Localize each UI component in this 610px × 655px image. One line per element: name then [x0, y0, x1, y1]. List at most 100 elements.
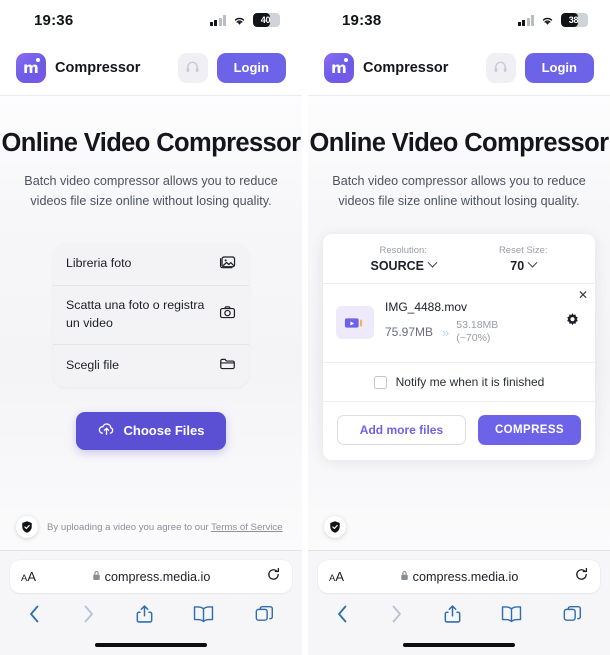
card-settings-row: Resolution: SOURCE Reset Size: 70: [323, 234, 595, 284]
share-icon[interactable]: [444, 604, 461, 624]
address-bar[interactable]: AA compress.media.io: [318, 560, 600, 593]
file-row: ✕ IMG_4488.mov 75.97MB » 53.18MB (~70%): [323, 284, 595, 364]
status-bar: 19:38 38: [308, 0, 610, 40]
battery-percent: 40: [260, 15, 271, 25]
back-icon[interactable]: [28, 604, 41, 624]
url-text: compress.media.io: [104, 569, 211, 584]
reset-size-value-wrap: 70: [499, 258, 548, 273]
safari-toolbar: [10, 593, 292, 635]
chevron-down-icon: [527, 258, 538, 268]
resolution-label: Resolution:: [379, 244, 427, 256]
reload-icon[interactable]: [266, 567, 281, 587]
forward-icon: [390, 604, 403, 624]
sheet-item-label: Scegli file: [66, 357, 120, 372]
safari-toolbar: [318, 593, 600, 635]
status-icons: 38: [517, 13, 588, 27]
text-size-button[interactable]: AA: [21, 569, 36, 584]
lock-icon: [400, 568, 409, 586]
gear-icon[interactable]: [564, 312, 581, 334]
logo-dot: [36, 57, 40, 62]
sheet-item-label: Libreria foto: [66, 255, 132, 270]
app-header: m Compressor Login: [0, 40, 302, 96]
url-center: compress.media.io: [36, 568, 266, 586]
header-actions: Login: [485, 52, 594, 83]
notify-row: Notify me when it is finished: [323, 363, 595, 403]
hero-section: Online Video Compressor Batch video comp…: [0, 96, 302, 550]
cellular-signal-icon: [517, 14, 534, 26]
sheet-item-choose-file[interactable]: Scegli file: [53, 345, 249, 387]
terms-prefix: By uploading a video you agree to our: [47, 521, 212, 533]
page-subtitle: Batch video compressor allows you to red…: [332, 174, 586, 209]
battery-percent: 38: [568, 15, 579, 25]
size-after-percent: (~70%): [456, 332, 491, 345]
tabs-icon[interactable]: [255, 605, 274, 624]
compress-button[interactable]: COMPRESS: [477, 415, 581, 446]
tabs-icon[interactable]: [563, 605, 582, 624]
app-header: m Compressor Login: [308, 40, 610, 96]
dual-screenshot-stage: 19:36 40 m Compressor Login Online Video…: [0, 0, 610, 655]
add-more-files-button[interactable]: Add more files: [337, 415, 466, 446]
lock-icon: [92, 568, 101, 586]
sheet-item-take-photo-or-video[interactable]: Scatta una foto o registra un video: [53, 286, 249, 345]
file-size-line: 75.97MB » 53.18MB (~70%): [385, 319, 549, 346]
size-after-value: 53.18MB: [456, 318, 499, 331]
address-bar[interactable]: AA compress.media.io: [10, 560, 292, 593]
close-icon[interactable]: ✕: [578, 289, 588, 301]
page-subtitle: Batch video compressor allows you to red…: [24, 174, 278, 209]
app-logo-icon: m: [16, 52, 46, 83]
file-name: IMG_4488.mov: [385, 299, 468, 314]
bookmarks-icon[interactable]: [193, 605, 214, 623]
card-actions: Add more files COMPRESS: [323, 402, 595, 460]
phone-screenshot-right: 19:38 38 m Compressor Login Online Video…: [308, 0, 610, 655]
choose-files-button[interactable]: Choose Files: [75, 411, 227, 450]
terms-notice: [308, 516, 610, 538]
forward-icon: [82, 604, 95, 624]
terms-notice: By uploading a video you agree to our Te…: [0, 516, 302, 538]
shield-check-icon: [324, 516, 346, 538]
reload-icon[interactable]: [574, 567, 589, 587]
hero-section: Online Video Compressor Batch video comp…: [308, 96, 610, 550]
reset-size-value: 70: [510, 258, 525, 273]
resolution-value-wrap: SOURCE: [370, 258, 438, 273]
text-size-button[interactable]: AA: [329, 569, 344, 584]
video-file-icon: [336, 306, 374, 340]
brand: m Compressor: [324, 52, 486, 83]
sheet-item-photo-library[interactable]: Libreria foto: [53, 243, 249, 286]
ios-file-picker-sheet: Libreria foto Scatta una foto o registra…: [53, 242, 249, 387]
battery-icon: 40: [253, 13, 280, 27]
status-icons: 40: [209, 13, 280, 27]
login-button[interactable]: Login: [216, 52, 286, 83]
compressor-card: Resolution: SOURCE Reset Size: 70 ✕ IMG_…: [323, 233, 595, 461]
battery-icon: 38: [561, 13, 588, 27]
headset-icon[interactable]: [485, 52, 516, 83]
back-icon[interactable]: [336, 604, 349, 624]
logo-dot: [344, 57, 348, 62]
reset-size-select[interactable]: Reset Size: 70: [499, 245, 548, 273]
choose-files-label: Choose Files: [123, 423, 205, 439]
size-after: 53.18MB (~70%): [456, 319, 498, 346]
terms-text: By uploading a video you agree to our Te…: [47, 522, 283, 533]
status-clock: 19:36: [34, 11, 74, 29]
url-text: compress.media.io: [412, 569, 519, 584]
brand-name: Compressor: [363, 59, 449, 76]
file-info: IMG_4488.mov 75.97MB » 53.18MB (~70%): [385, 300, 549, 346]
terms-of-service-link[interactable]: Terms of Service: [211, 522, 282, 533]
app-logo-icon: m: [324, 52, 354, 83]
home-indicator: [318, 635, 600, 655]
camera-icon: [219, 305, 236, 325]
bookmarks-icon[interactable]: [501, 605, 522, 623]
wifi-icon: [542, 17, 553, 25]
logo-letter: m: [23, 59, 39, 77]
upload-cloud-icon: [98, 421, 115, 440]
header-actions: Login: [177, 52, 286, 83]
notify-checkbox[interactable]: [373, 375, 387, 389]
url-center: compress.media.io: [344, 568, 574, 586]
status-clock: 19:38: [342, 11, 382, 29]
page-title: Online Video Compressor: [309, 129, 609, 157]
headset-icon[interactable]: [177, 52, 208, 83]
share-icon[interactable]: [136, 604, 153, 624]
cellular-signal-icon: [209, 14, 226, 26]
login-button[interactable]: Login: [524, 52, 594, 83]
status-bar: 19:36 40: [0, 0, 302, 40]
resolution-select[interactable]: Resolution: SOURCE: [370, 244, 438, 273]
